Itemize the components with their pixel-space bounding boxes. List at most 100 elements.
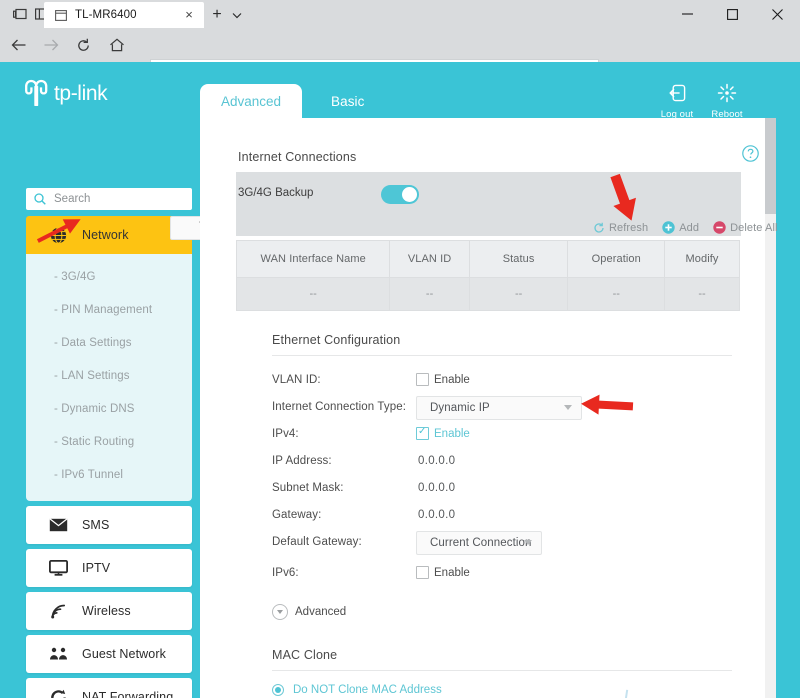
logout-icon bbox=[654, 82, 700, 104]
browser-window: TL-MR6400 × + bbox=[0, 0, 800, 698]
help-question-icon[interactable] bbox=[742, 145, 759, 162]
close-window-button[interactable] bbox=[755, 0, 800, 28]
default-gateway-select[interactable]: Current Connection bbox=[416, 531, 542, 555]
forward-arrow-icon bbox=[41, 35, 61, 55]
brand-name: tp-link bbox=[54, 82, 107, 106]
home-icon[interactable] bbox=[107, 35, 127, 55]
tab-basic[interactable]: Basic bbox=[331, 94, 365, 109]
envelope-icon bbox=[48, 515, 68, 535]
advanced-label: Advanced bbox=[295, 606, 346, 618]
toggle-knob bbox=[402, 187, 417, 202]
guests-icon bbox=[48, 644, 68, 664]
ipv6-enable-label: Enable bbox=[434, 567, 470, 579]
internet-connection-type-select[interactable]: Dynamic IP bbox=[416, 396, 582, 420]
add-button[interactable]: Add bbox=[662, 221, 699, 234]
ipv4-checkbox[interactable] bbox=[416, 427, 429, 440]
field-default-gateway: Default Gateway: Current Connection bbox=[272, 531, 692, 558]
divider bbox=[272, 355, 732, 356]
arrow-to-add-button bbox=[596, 169, 652, 236]
vlan-id-enable-label: Enable bbox=[434, 374, 470, 386]
brand-logo[interactable]: tp-link bbox=[24, 80, 107, 107]
browser-tab[interactable]: TL-MR6400 × bbox=[44, 2, 204, 28]
refresh-icon[interactable] bbox=[73, 35, 93, 55]
field-ip-address: IP Address: 0.0.0.0 bbox=[272, 450, 692, 477]
sidebar-group-iptv: IPTV bbox=[26, 549, 192, 587]
new-tab-button[interactable]: + bbox=[208, 6, 226, 24]
sidebar-group-network: Network - Internet - 3G/4G - PIN Managem… bbox=[26, 216, 192, 501]
tab-advanced-label: Advanced bbox=[200, 94, 302, 109]
field-label: IPv4: bbox=[272, 428, 299, 440]
section-title-ethernet-configuration: Ethernet Configuration bbox=[272, 333, 400, 347]
ipv6-checkbox[interactable] bbox=[416, 566, 429, 579]
search-input[interactable]: Search bbox=[26, 188, 192, 210]
chevron-down-icon[interactable] bbox=[230, 8, 246, 22]
add-label: Add bbox=[679, 222, 699, 234]
maximize-button[interactable] bbox=[710, 0, 755, 28]
sidebar-item-lan-settings[interactable]: - LAN Settings bbox=[26, 359, 192, 392]
sidebar-item-ipv6-tunnel[interactable]: - IPv6 Tunnel bbox=[26, 458, 192, 491]
advanced-toggle[interactable]: Advanced bbox=[272, 604, 346, 620]
field-label: Default Gateway: bbox=[272, 536, 362, 548]
field-label: IP Address: bbox=[272, 455, 332, 467]
ip-address-value: 0.0.0.0 bbox=[418, 455, 455, 467]
delete-all-label: Delete All bbox=[730, 222, 777, 234]
nat-icon bbox=[48, 687, 68, 698]
section-title-internet-connections: Internet Connections bbox=[238, 150, 356, 164]
back-arrow-icon[interactable] bbox=[9, 35, 29, 55]
ipv4-enable-label: Enable bbox=[434, 428, 470, 440]
field-ipv6: IPv6: Enable bbox=[272, 562, 692, 589]
field-label: Internet Connection Type: bbox=[272, 401, 406, 413]
col-modify: Modify bbox=[665, 241, 740, 278]
sidebar-item-3g4g[interactable]: - 3G/4G bbox=[26, 260, 192, 293]
sidebar-item-data-settings[interactable]: - Data Settings bbox=[26, 326, 192, 359]
section-title-mac-clone: MAC Clone bbox=[272, 648, 337, 662]
wifi-icon bbox=[48, 601, 68, 621]
tplink-router-page: tp-link Quick Setup Basic Advanced Log o… bbox=[0, 62, 800, 698]
sidebar-item-label: SMS bbox=[82, 518, 109, 532]
tab-advanced[interactable]: Advanced bbox=[200, 84, 302, 118]
col-wan-interface-name: WAN Interface Name bbox=[237, 241, 390, 278]
field-subnet-mask: Subnet Mask: 0.0.0.0 bbox=[272, 477, 692, 504]
field-label: Gateway: bbox=[272, 509, 321, 521]
backup-toggle[interactable] bbox=[381, 185, 419, 204]
sidebar-item-label: Guest Network bbox=[82, 647, 166, 661]
cell-status: -- bbox=[469, 278, 568, 311]
table-row[interactable]: -- -- -- -- -- bbox=[237, 278, 740, 311]
sidebar-item-dynamic-dns[interactable]: - Dynamic DNS bbox=[26, 392, 192, 425]
select-value: Current Connection bbox=[430, 537, 532, 549]
minimize-button[interactable] bbox=[665, 0, 710, 28]
sidebar-item-pin-management[interactable]: - PIN Management bbox=[26, 293, 192, 326]
backup-label: 3G/4G Backup bbox=[238, 187, 313, 199]
cell-operation: -- bbox=[568, 278, 665, 311]
gateway-value: 0.0.0.0 bbox=[418, 509, 455, 521]
cell-wan-interface-name: -- bbox=[237, 278, 390, 311]
close-tab-icon[interactable]: × bbox=[182, 8, 196, 22]
scrollbar-thumb[interactable] bbox=[765, 118, 776, 214]
sidebar-item-label: Wireless bbox=[82, 604, 131, 618]
sidebar-item-iptv[interactable]: IPTV bbox=[26, 549, 192, 587]
mac-clone-option-label: Do NOT Clone MAC Address bbox=[293, 684, 442, 696]
cell-modify: -- bbox=[665, 278, 740, 311]
delete-all-button[interactable]: Delete All bbox=[713, 221, 777, 234]
reboot-button[interactable]: Reboot bbox=[704, 82, 750, 122]
sidebar-item-sms[interactable]: SMS bbox=[26, 506, 192, 544]
field-label: IPv6: bbox=[272, 567, 299, 579]
logout-button[interactable]: Log out bbox=[654, 82, 700, 122]
field-ipv4: IPv4: Enable bbox=[272, 423, 692, 450]
plus-circle-icon bbox=[662, 221, 675, 234]
sidebar-item-label: NAT Forwarding bbox=[82, 690, 173, 698]
page-icon bbox=[54, 9, 67, 22]
tab-title: TL-MR6400 bbox=[75, 9, 137, 21]
sidebar-item-guest-network[interactable]: Guest Network bbox=[26, 635, 192, 673]
sidebar-group-sms: SMS bbox=[26, 506, 192, 544]
tab-strip: TL-MR6400 × + bbox=[0, 0, 800, 28]
divider bbox=[272, 670, 732, 671]
task-view-icon[interactable] bbox=[10, 5, 30, 23]
vlan-id-checkbox[interactable] bbox=[416, 373, 429, 386]
sidebar-item-nat-forwarding[interactable]: NAT Forwarding bbox=[26, 678, 192, 698]
sidebar-item-wireless[interactable]: Wireless bbox=[26, 592, 192, 630]
arrow-to-connection-type-select bbox=[575, 390, 637, 425]
minus-circle-icon bbox=[713, 221, 726, 234]
mac-clone-option-do-not-clone[interactable]: Do NOT Clone MAC Address bbox=[272, 684, 442, 696]
sidebar-item-static-routing[interactable]: - Static Routing bbox=[26, 425, 192, 458]
